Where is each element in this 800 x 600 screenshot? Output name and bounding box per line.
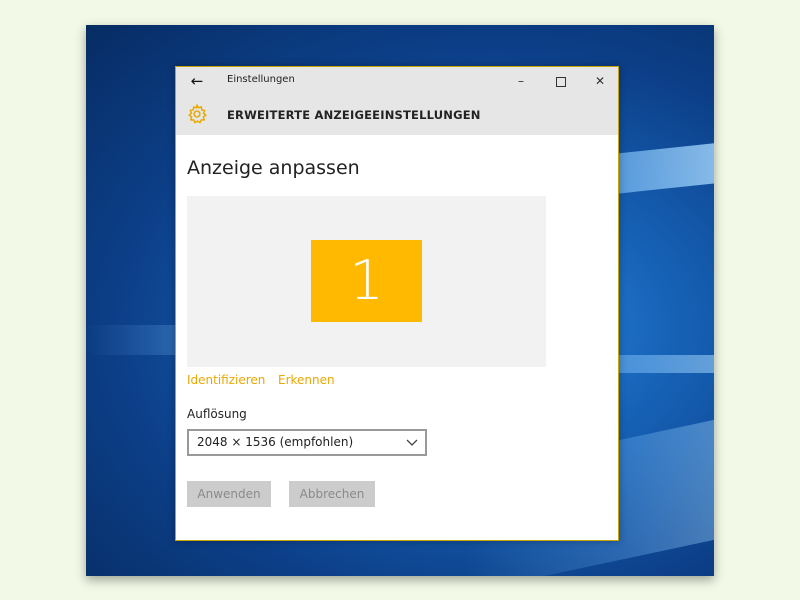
identify-link[interactable]: Identifizieren: [187, 373, 265, 387]
page-title: Anzeige anpassen: [187, 157, 360, 179]
apply-button[interactable]: Anwenden: [187, 481, 271, 507]
app-title: Einstellungen: [227, 74, 295, 85]
monitor-tile[interactable]: 1: [311, 240, 422, 322]
minimize-button[interactable]: –: [506, 71, 536, 91]
title-bar: ← Einstellungen – ✕: [176, 67, 618, 95]
resolution-label: Auflösung: [187, 407, 247, 421]
close-button[interactable]: ✕: [585, 71, 615, 91]
chevron-down-icon: [406, 439, 418, 446]
page-header: ERWEITERTE ANZEIGEEINSTELLUNGEN: [176, 95, 618, 135]
back-arrow-icon[interactable]: ←: [186, 71, 208, 91]
section-title: ERWEITERTE ANZEIGEEINSTELLUNGEN: [227, 108, 481, 122]
resolution-dropdown[interactable]: 2048 × 1536 (empfohlen): [187, 429, 427, 456]
cancel-button[interactable]: Abbrechen: [289, 481, 375, 507]
gear-icon: [188, 103, 207, 124]
detect-link[interactable]: Erkennen: [278, 373, 335, 387]
resolution-value: 2048 × 1536 (empfohlen): [197, 435, 354, 449]
maximize-button[interactable]: [546, 71, 576, 91]
settings-window: ← Einstellungen – ✕ ERWEITERTE ANZEIGEEI…: [175, 66, 619, 541]
display-arrangement-area: 1: [187, 196, 546, 367]
maximize-icon: [556, 76, 566, 87]
